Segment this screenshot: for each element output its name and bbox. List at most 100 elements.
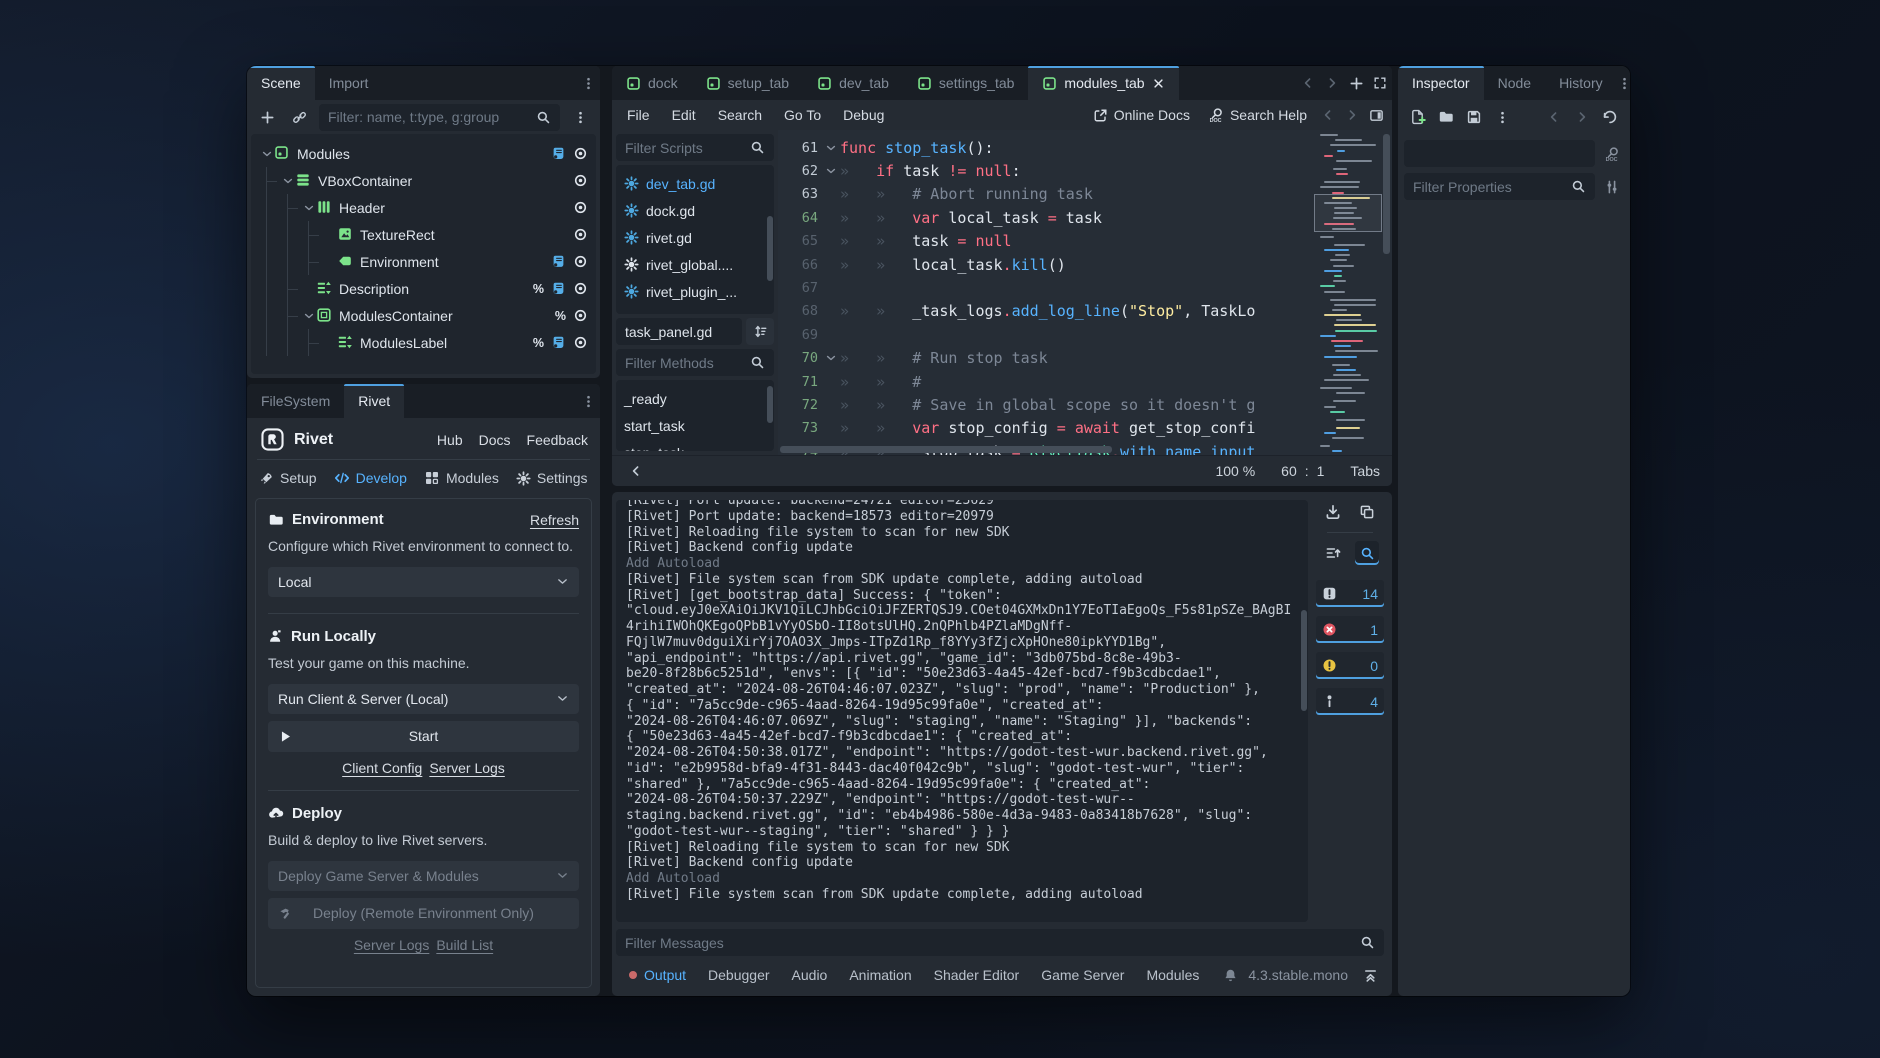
new-resource-icon[interactable] xyxy=(1406,100,1430,134)
filter-methods-input[interactable]: Filter Methods xyxy=(616,349,774,376)
tab-import[interactable]: Import xyxy=(315,66,383,100)
script-icon[interactable] xyxy=(551,146,566,161)
fold-icon[interactable] xyxy=(825,352,840,364)
tab-settings-tab[interactable]: settings_tab xyxy=(903,66,1029,100)
scroll-left-icon[interactable] xyxy=(624,456,648,486)
code-horizontal-scrollbar[interactable] xyxy=(780,446,1112,453)
online-docs-button[interactable]: Online Docs xyxy=(1084,107,1199,123)
history-forward-icon[interactable] xyxy=(1570,100,1594,134)
filter-messages-input[interactable]: Filter Messages xyxy=(616,929,1384,956)
menu-debug[interactable]: Debug xyxy=(832,107,895,123)
unique-name-badge[interactable]: % xyxy=(533,282,544,296)
bottom-tab-modules[interactable]: Modules xyxy=(1135,967,1210,983)
prev-script-icon[interactable] xyxy=(1296,66,1320,100)
filter-toggle-error[interactable]: 1 xyxy=(1316,616,1384,643)
tab-modules-tab[interactable]: modules_tab xyxy=(1028,66,1178,100)
bottom-tab-animation[interactable]: Animation xyxy=(838,967,922,983)
visibility-icon[interactable] xyxy=(573,146,588,161)
copy-log-icon[interactable] xyxy=(1355,500,1379,524)
code-editor[interactable]: 61func stop_task():62» if task != null:6… xyxy=(778,130,1392,455)
rivet-nav-setup[interactable]: Setup xyxy=(259,470,317,486)
bottom-tab-debugger[interactable]: Debugger xyxy=(697,967,781,983)
method-item-start-task[interactable]: start_task xyxy=(616,412,774,439)
tab-scene[interactable]: Scene xyxy=(247,66,315,100)
add-node-icon[interactable] xyxy=(255,100,279,134)
scene-toolbar-menu-icon[interactable] xyxy=(568,100,592,134)
filter-toggle-message[interactable]: 14 xyxy=(1316,580,1384,607)
tab-filesystem[interactable]: FileSystem xyxy=(247,384,344,418)
panel-menu-icon[interactable] xyxy=(576,384,600,418)
tab-rivet[interactable]: Rivet xyxy=(344,384,404,418)
menu-edit[interactable]: Edit xyxy=(661,107,707,123)
bottom-tab-game-server[interactable]: Game Server xyxy=(1030,967,1135,983)
fold-icon[interactable] xyxy=(825,142,840,154)
refresh-link[interactable]: Refresh xyxy=(530,512,579,528)
visibility-icon[interactable] xyxy=(573,254,588,269)
link-server-logs[interactable]: Server Logs xyxy=(429,760,504,776)
tree-row-modulescontainer[interactable]: ModulesContainer% xyxy=(251,302,596,329)
script-item-rivet-plugin-[interactable]: rivet_plugin_... xyxy=(616,278,774,305)
rivet-nav-develop[interactable]: Develop xyxy=(334,470,407,486)
object-name-field[interactable] xyxy=(1404,140,1595,167)
fold-icon[interactable] xyxy=(825,165,840,177)
unique-name-badge[interactable]: % xyxy=(533,336,544,350)
save-log-icon[interactable] xyxy=(1321,500,1345,524)
tab-history[interactable]: History xyxy=(1545,66,1617,100)
tree-row-vboxcontainer[interactable]: VBoxContainer xyxy=(251,167,596,194)
unique-name-badge[interactable]: % xyxy=(555,309,566,323)
tree-collapse-icon[interactable] xyxy=(280,175,295,187)
bell-icon[interactable] xyxy=(1218,960,1242,990)
rivet-link-feedback[interactable]: Feedback xyxy=(527,432,588,448)
tree-row-description[interactable]: Description% xyxy=(251,275,596,302)
visibility-icon[interactable] xyxy=(573,200,588,215)
script-item-rivet-global-[interactable]: rivet_global.... xyxy=(616,251,774,278)
rivet-nav-settings[interactable]: Settings xyxy=(516,470,588,486)
code-vertical-scrollbar[interactable] xyxy=(1383,134,1390,254)
scripts-list-scrollbar[interactable] xyxy=(767,216,773,282)
distraction-free-icon[interactable] xyxy=(1368,66,1392,100)
search-help-button[interactable]: DOCSearch Help xyxy=(1199,107,1316,123)
menu-search[interactable]: Search xyxy=(707,107,773,123)
tab-dock[interactable]: dock xyxy=(612,66,692,100)
visibility-icon[interactable] xyxy=(573,281,588,296)
visibility-icon[interactable] xyxy=(573,173,588,188)
tab-dev-tab[interactable]: dev_tab xyxy=(803,66,903,100)
menu-go-to[interactable]: Go To xyxy=(773,107,832,123)
nav-back-icon[interactable] xyxy=(1316,100,1340,130)
tab-node[interactable]: Node xyxy=(1484,66,1545,100)
tree-row-header[interactable]: Header xyxy=(251,194,596,221)
scene-filter-input[interactable]: Filter: name, t:type, g:group xyxy=(319,104,560,131)
tab-setup-tab[interactable]: setup_tab xyxy=(692,66,804,100)
visibility-icon[interactable] xyxy=(573,227,588,242)
method-item--ready[interactable]: _ready xyxy=(616,385,774,412)
collapse-duplicates-icon[interactable] xyxy=(1321,541,1345,565)
new-tab-icon[interactable] xyxy=(1344,66,1368,100)
tree-collapse-icon[interactable] xyxy=(301,310,316,322)
bottom-tab-audio[interactable]: Audio xyxy=(781,967,839,983)
rivet-link-docs[interactable]: Docs xyxy=(479,432,511,448)
script-item-rivet-gd[interactable]: rivet.gd xyxy=(616,224,774,251)
save-resource-icon[interactable] xyxy=(1462,100,1486,134)
script-icon[interactable] xyxy=(551,281,566,296)
visibility-icon[interactable] xyxy=(573,308,588,323)
bottom-tab-output[interactable]: Output xyxy=(618,967,697,983)
methods-list-scrollbar[interactable] xyxy=(767,386,773,423)
script-item-dev-tab-gd[interactable]: dev_tab.gd xyxy=(616,170,774,197)
expand-bottom-panel-icon[interactable] xyxy=(1358,960,1382,990)
sort-scripts-button[interactable] xyxy=(746,318,774,345)
rivet-link-hub[interactable]: Hub xyxy=(437,432,463,448)
property-tools-icon[interactable] xyxy=(1600,179,1624,195)
deploy-target-select[interactable]: Deploy Game Server & Modules xyxy=(268,861,579,891)
zoom-level[interactable]: 100 % xyxy=(1215,463,1255,479)
script-item-dock-gd[interactable]: dock.gd xyxy=(616,197,774,224)
tree-collapse-icon[interactable] xyxy=(301,202,316,214)
panel-menu-icon[interactable] xyxy=(1617,66,1630,100)
load-resource-icon[interactable] xyxy=(1434,100,1458,134)
bottom-tab-shader-editor[interactable]: Shader Editor xyxy=(923,967,1031,983)
tab-inspector[interactable]: Inspector xyxy=(1398,66,1484,100)
tree-row-modules[interactable]: Modules xyxy=(251,140,596,167)
filter-toggle-warning[interactable]: 0 xyxy=(1316,652,1384,679)
open-docs-icon[interactable]: DOC xyxy=(1600,146,1624,162)
minimap-viewport[interactable] xyxy=(1314,194,1382,232)
tree-row-texturerect[interactable]: TextureRect xyxy=(251,221,596,248)
